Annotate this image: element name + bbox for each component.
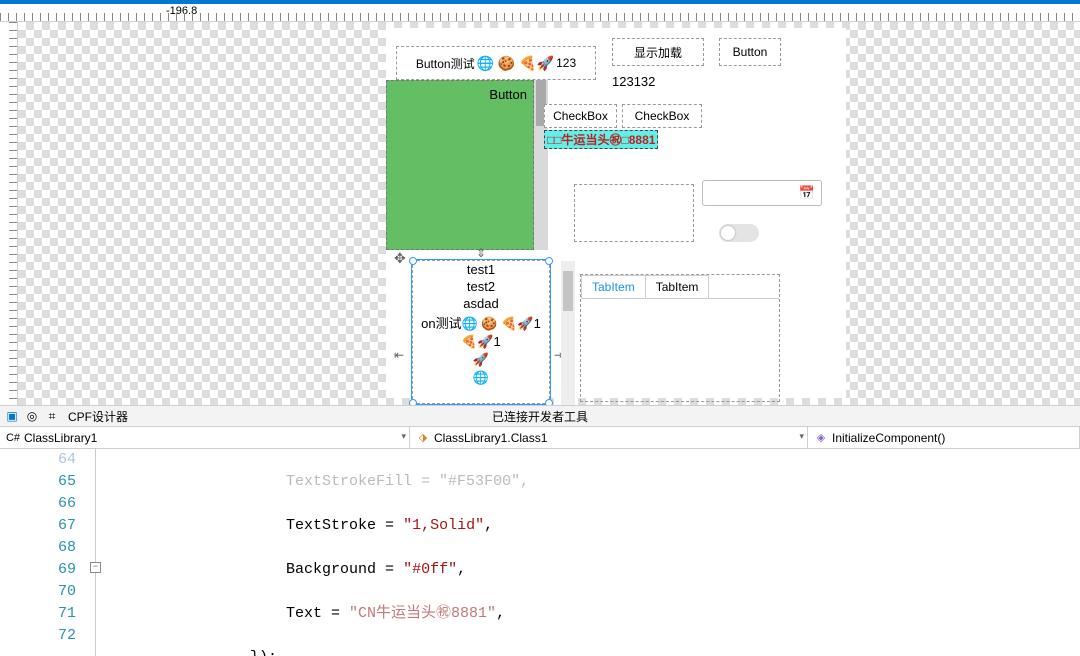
breadcrumb-class[interactable]: ⬗ ClassLibrary1.Class1 ▾	[410, 427, 808, 448]
method-icon: ◈	[814, 431, 828, 445]
list-item[interactable]: test1	[413, 261, 549, 278]
listbox[interactable]: test1 test2 asdad on测试🌐 🍪 🍕🚀1 🍕🚀1 🚀 🌐	[412, 260, 550, 404]
resize-left-icon[interactable]: ⇤	[394, 348, 404, 362]
list-item[interactable]: 🍕🚀1	[413, 333, 549, 351]
design-canvas[interactable]: Button测试 🌐 🍪 🍕🚀 123 显示加载 Button 123132 B…	[18, 22, 1080, 405]
breadcrumb-project[interactable]: C# ClassLibrary1 ▾	[0, 427, 410, 448]
csharp-icon: C#	[6, 431, 20, 445]
status-bar: ▣ ◎ ⌗ CPF设计器 已连接开发者工具	[0, 405, 1080, 427]
selection-handle[interactable]	[409, 257, 417, 265]
green-button-label: Button	[489, 87, 527, 102]
calendar-icon: 📅	[799, 185, 815, 201]
line-gutter: 64 65 66 67 68 69 70 71 72	[0, 449, 86, 656]
code-area[interactable]: TextStrokeFill = "#F53F00", TextStroke =…	[106, 449, 1080, 656]
emoji-icons: 🌐 🍪 🍕🚀	[477, 55, 555, 72]
list-item[interactable]: test2	[413, 278, 549, 295]
chevron-down-icon[interactable]: ▾	[799, 431, 804, 442]
tab-item-1[interactable]: TabItem	[581, 275, 646, 298]
status-title: CPF设计器	[68, 408, 128, 425]
target-icon[interactable]: ◎	[24, 408, 40, 424]
checkbox-2[interactable]: CheckBox	[622, 104, 702, 128]
button-2[interactable]: Button	[719, 38, 781, 66]
ruler-ticks	[0, 13, 1080, 21]
resize-vertical-icon[interactable]: ⇕	[476, 246, 486, 260]
fold-gutter[interactable]: −	[86, 449, 106, 656]
button-test-suffix: 123	[556, 56, 576, 70]
tab-header: TabItem TabItem	[581, 275, 779, 299]
status-center: 已连接开发者工具	[492, 408, 588, 425]
show-load-button[interactable]: 显示加载	[612, 38, 704, 66]
move-handle-icon[interactable]: ✥	[394, 250, 406, 267]
selection-handle[interactable]	[545, 257, 553, 265]
styled-text-label: □□牛运当头㊗□8881	[544, 130, 658, 149]
code-editor[interactable]: 64 65 66 67 68 69 70 71 72 − TextStrokeF…	[0, 449, 1080, 656]
numeric-label: 123132	[612, 74, 655, 89]
datepicker[interactable]: 📅	[702, 180, 822, 206]
list-item[interactable]: asdad	[413, 295, 549, 312]
toggle-switch[interactable]	[719, 224, 759, 242]
breadcrumb-bar: C# ClassLibrary1 ▾ ⬗ ClassLibrary1.Class…	[0, 427, 1080, 449]
scrollbar-thumb[interactable]	[563, 271, 573, 311]
breadcrumb-method[interactable]: ◈ InitializeComponent()	[808, 427, 1080, 448]
empty-container[interactable]	[574, 184, 694, 242]
list-item[interactable]: 🌐	[413, 369, 549, 387]
vertical-ruler	[0, 22, 18, 405]
list-item[interactable]: 🚀	[413, 351, 549, 369]
design-surface[interactable]: Button测试 🌐 🍪 🍕🚀 123 显示加载 Button 123132 B…	[386, 28, 846, 398]
crop-icon[interactable]: ⌗	[44, 408, 60, 424]
tab-item-2[interactable]: TabItem	[645, 275, 710, 298]
button-test-label: Button测试	[416, 55, 475, 72]
class-icon: ⬗	[416, 431, 430, 445]
chevron-down-icon[interactable]: ▾	[401, 431, 406, 442]
listbox-scrollbar[interactable]	[561, 261, 575, 405]
tab-control[interactable]: TabItem TabItem	[580, 274, 780, 402]
horizontal-ruler: -196.8	[0, 4, 1080, 22]
checkbox-1[interactable]: CheckBox	[544, 104, 617, 128]
fold-toggle-icon[interactable]: −	[90, 562, 101, 573]
toggle-knob	[721, 226, 735, 240]
button-test[interactable]: Button测试 🌐 🍪 🍕🚀 123	[396, 46, 596, 80]
app-icon: ▣	[4, 408, 20, 424]
green-panel[interactable]: Button	[386, 80, 534, 250]
list-item[interactable]: on测试🌐 🍪 🍕🚀1	[413, 312, 549, 333]
